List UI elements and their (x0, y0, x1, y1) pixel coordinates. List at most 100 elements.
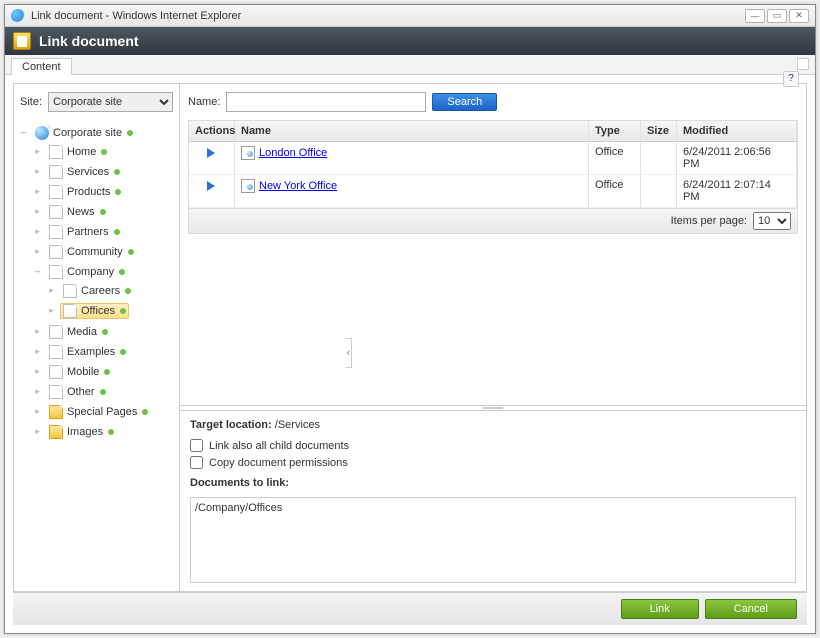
tree-node-label: Community (67, 246, 123, 258)
status-dot (114, 229, 120, 235)
tree-node-label: Other (67, 386, 95, 398)
page-icon (49, 345, 63, 359)
target-location-label: Target location: (190, 419, 272, 431)
tree-node[interactable]: Careers (60, 283, 134, 299)
expand-toggle[interactable]: ▸ (32, 226, 43, 237)
document-name-link[interactable]: London Office (259, 147, 327, 159)
copy-perms-checkbox[interactable] (190, 456, 203, 469)
tree-node[interactable]: Other (46, 384, 109, 400)
minimize-button[interactable]: — (745, 9, 765, 23)
footer-bar: Link Cancel (13, 592, 807, 625)
page-icon (63, 284, 77, 298)
status-dot (119, 269, 125, 275)
tree-node-label: Services (67, 166, 109, 178)
tree-node[interactable]: Company (46, 264, 128, 280)
tree-node-label: News (67, 206, 95, 218)
expand-toggle[interactable]: – (32, 266, 43, 277)
tree-root-label: Corporate site (53, 127, 122, 139)
tree-node-label: Examples (67, 346, 115, 358)
link-children-checkbox[interactable] (190, 439, 203, 452)
right-pane: Name: Search Actions Name Type Size Modi… (180, 84, 806, 591)
select-arrow-icon[interactable] (205, 179, 219, 193)
expand-toggle[interactable]: ▸ (32, 326, 43, 337)
tree-node-label: Careers (81, 285, 120, 297)
docs-to-link-textarea[interactable]: /Company/Offices (190, 497, 796, 583)
table-footer: Items per page: 10 (189, 208, 797, 233)
tree-node-label: Partners (67, 226, 109, 238)
expand-toggle[interactable]: ▸ (32, 366, 43, 377)
status-dot (127, 130, 133, 136)
tree-node[interactable]: Special Pages (46, 404, 151, 420)
tab-strip: Content (5, 55, 815, 75)
splitter-handle[interactable] (346, 338, 352, 368)
name-label: Name: (188, 96, 220, 108)
expand-toggle[interactable]: ▸ (32, 246, 43, 257)
maximize-button[interactable]: ▭ (767, 9, 787, 23)
dialog-title: Link document (39, 33, 139, 49)
search-row: Name: Search (180, 84, 806, 120)
table-header: Actions Name Type Size Modified (189, 121, 797, 142)
cell-modified: 6/24/2011 2:07:14 PM (677, 175, 797, 207)
status-dot (125, 288, 131, 294)
globe-icon (35, 126, 49, 140)
tree-node[interactable]: Offices (60, 303, 129, 319)
select-arrow-icon[interactable] (205, 146, 219, 160)
results-table: Actions Name Type Size Modified London O… (188, 120, 798, 234)
bottom-pane: Target location: /Services Link also all… (180, 411, 806, 591)
cancel-button[interactable]: Cancel (705, 599, 797, 619)
name-input[interactable] (226, 92, 426, 112)
tree-node-label: Products (67, 186, 110, 198)
copy-perms-row: Copy document permissions (190, 456, 796, 469)
tree-node[interactable]: Partners (46, 224, 123, 240)
expand-toggle[interactable]: ▸ (32, 186, 43, 197)
expand-toggle[interactable]: ▸ (32, 206, 43, 217)
tree-node[interactable]: Services (46, 164, 123, 180)
status-dot (114, 169, 120, 175)
main-area: Site: Corporate site – Corporate site (13, 83, 807, 592)
window-title: Link document - Windows Internet Explore… (31, 10, 739, 22)
expand-toggle[interactable]: ▸ (32, 146, 43, 157)
expand-toggle[interactable]: ▸ (32, 166, 43, 177)
tree-node-label: Mobile (67, 366, 99, 378)
tree-node[interactable]: Mobile (46, 364, 113, 380)
document-name-link[interactable]: New York Office (259, 180, 337, 192)
table-row: New York OfficeOffice6/24/2011 2:07:14 P… (189, 175, 797, 208)
search-button[interactable]: Search (432, 93, 497, 111)
page-icon (49, 385, 63, 399)
tree-node[interactable]: Community (46, 244, 137, 260)
tree-node[interactable]: Media (46, 324, 111, 340)
link-button[interactable]: Link (621, 599, 699, 619)
expand-toggle[interactable]: ▸ (32, 386, 43, 397)
window-buttons: — ▭ ✕ (745, 9, 809, 23)
expand-toggle[interactable]: ▸ (32, 406, 43, 417)
status-dot (142, 409, 148, 415)
tree-root[interactable]: Corporate site (32, 125, 136, 141)
document-icon (241, 146, 255, 160)
page-icon (49, 185, 63, 199)
site-select[interactable]: Corporate site (48, 92, 173, 112)
page-icon (49, 205, 63, 219)
close-button[interactable]: ✕ (789, 9, 809, 23)
page-icon (49, 325, 63, 339)
tab-content[interactable]: Content (11, 58, 72, 75)
cell-modified: 6/24/2011 2:06:56 PM (677, 142, 797, 174)
expand-toggle[interactable]: ▸ (32, 426, 43, 437)
expand-toggle[interactable]: ▸ (32, 346, 43, 357)
folder-icon (49, 405, 63, 419)
target-location-value: /Services (275, 419, 320, 431)
expand-toggle[interactable]: – (18, 127, 29, 138)
page-icon (49, 245, 63, 259)
expand-toggle[interactable]: ▸ (46, 285, 57, 296)
status-dot (120, 308, 126, 314)
items-per-page-select[interactable]: 10 (753, 212, 791, 230)
tree-node[interactable]: Images (46, 424, 117, 440)
expand-toggle[interactable]: ▸ (46, 305, 57, 316)
tree-node[interactable]: Home (46, 144, 110, 160)
tree-node[interactable]: News (46, 204, 109, 220)
col-actions: Actions (189, 121, 235, 141)
tree-node[interactable]: Examples (46, 344, 129, 360)
tree-node-label: Images (67, 426, 103, 438)
site-selector-row: Site: Corporate site (14, 84, 179, 120)
tree-node[interactable]: Products (46, 184, 124, 200)
col-name: Name (235, 121, 589, 141)
